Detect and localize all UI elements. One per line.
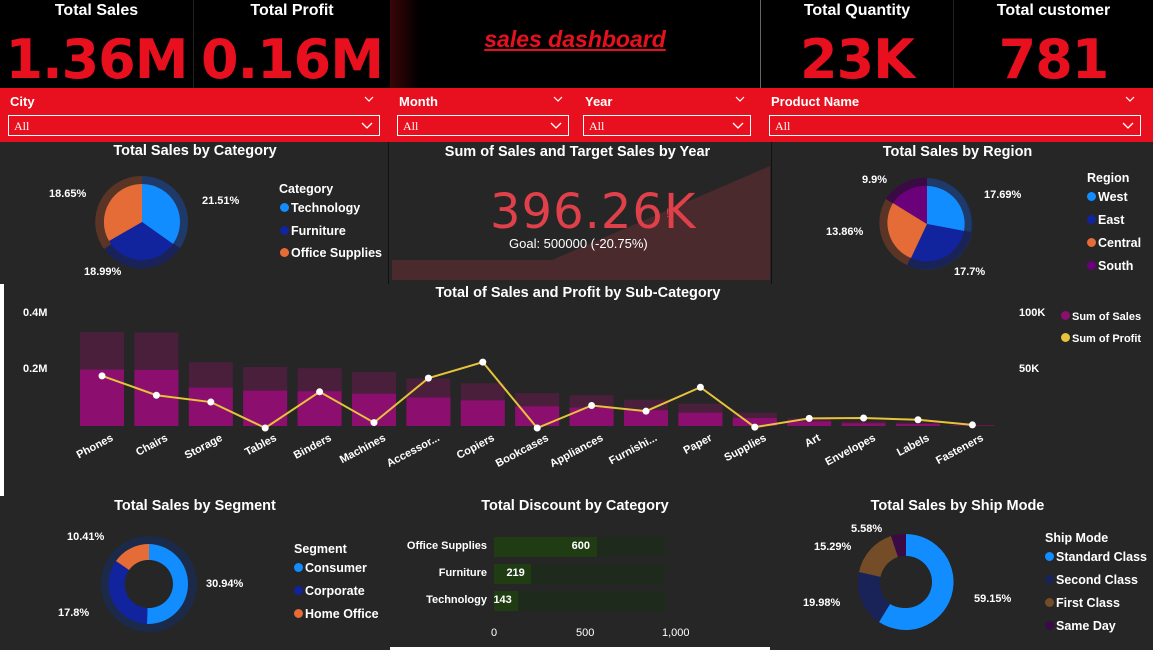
legend-item-consumer[interactable]: Consumer — [294, 561, 367, 575]
sales-bar[interactable] — [460, 400, 505, 426]
donut-label: 19.98% — [803, 597, 841, 609]
profit-point[interactable] — [424, 374, 432, 382]
data-label: 600 — [571, 540, 590, 552]
legend-item-first-class[interactable]: First Class — [1045, 596, 1120, 610]
sales-bar[interactable] — [569, 407, 614, 426]
profit-point[interactable] — [98, 372, 106, 380]
legend-dot — [294, 609, 303, 618]
profit-point[interactable] — [642, 407, 650, 415]
profit-point[interactable] — [152, 391, 160, 399]
sales-bar[interactable] — [678, 412, 723, 426]
donut-label: 30.94% — [206, 578, 244, 590]
x-tick: 1,000 — [662, 627, 690, 639]
legend-title: Ship Mode — [1045, 531, 1109, 545]
sales-bar[interactable] — [297, 391, 342, 426]
legend-item-second-class[interactable]: Second Class — [1045, 573, 1138, 587]
profit-point[interactable] — [751, 423, 759, 431]
sales-bar[interactable] — [406, 397, 451, 426]
sales-bar[interactable] — [896, 423, 940, 426]
profit-point[interactable] — [968, 421, 976, 429]
legend-label: Home Office — [305, 607, 379, 621]
shipmode-donut-title: Total Sales by Ship Mode — [870, 498, 1045, 514]
legend-item-standard-class[interactable]: Standard Class — [1045, 550, 1147, 564]
legend-title: Segment — [294, 542, 347, 556]
sales-bar[interactable] — [841, 423, 886, 426]
category-label: Furniture — [438, 567, 487, 579]
profit-point[interactable] — [588, 401, 596, 409]
profit-point[interactable] — [696, 383, 704, 391]
legend-label: Corporate — [305, 584, 365, 598]
legend-label: First Class — [1056, 596, 1120, 610]
profit-point[interactable] — [805, 414, 813, 422]
category-label: Technology — [426, 594, 487, 606]
category-label: Office Supplies — [406, 540, 487, 552]
legend-label: Second Class — [1056, 573, 1138, 587]
sales-bar[interactable] — [188, 387, 233, 426]
profit-point[interactable] — [479, 358, 487, 366]
x-tick: 0 — [491, 627, 498, 639]
legend-item-home-office[interactable]: Home Office — [294, 607, 379, 621]
profit-point[interactable] — [370, 419, 378, 427]
donut-label: 5.58% — [851, 523, 883, 535]
profit-point[interactable] — [914, 416, 922, 424]
legend-item-corporate[interactable]: Corporate — [294, 584, 365, 598]
legend-dot — [294, 563, 303, 572]
profit-point[interactable] — [533, 424, 541, 432]
discount-bar-bg — [494, 591, 665, 611]
profit-point[interactable] — [860, 414, 868, 422]
legend-dot — [1045, 552, 1054, 561]
legend-label: Consumer — [305, 561, 367, 575]
legend-item-same-day[interactable]: Same Day — [1045, 619, 1116, 633]
legend-dot — [294, 586, 303, 595]
segment-donut[interactable] — [98, 533, 200, 635]
legend-dot — [1045, 598, 1054, 607]
donut-label: 17.8% — [58, 607, 90, 619]
legend-label: Same Day — [1056, 619, 1116, 633]
sales-bar[interactable] — [787, 421, 832, 426]
profit-point[interactable] — [207, 398, 215, 406]
legend-label: Standard Class — [1056, 550, 1148, 564]
donut-label: 59.15% — [974, 593, 1012, 605]
donut-hole — [125, 560, 173, 608]
discount-chart-title: Total Discount by Category — [481, 498, 669, 514]
segment-donut-title: Total Sales by Segment — [114, 498, 276, 514]
donut-label: 15.29% — [814, 541, 852, 553]
data-label: 143 — [493, 594, 512, 606]
donut-hole — [880, 556, 932, 608]
shipmode-donut[interactable] — [855, 531, 957, 633]
profit-point[interactable] — [261, 424, 269, 432]
donut-label: 10.41% — [67, 531, 105, 543]
x-tick: 500 — [576, 627, 595, 639]
legend-dot — [1045, 621, 1054, 630]
profit-point[interactable] — [316, 388, 324, 396]
legend-dot — [1045, 575, 1054, 584]
data-label: 219 — [506, 567, 525, 579]
subcat-combo-chart[interactable] — [0, 0, 1153, 500]
